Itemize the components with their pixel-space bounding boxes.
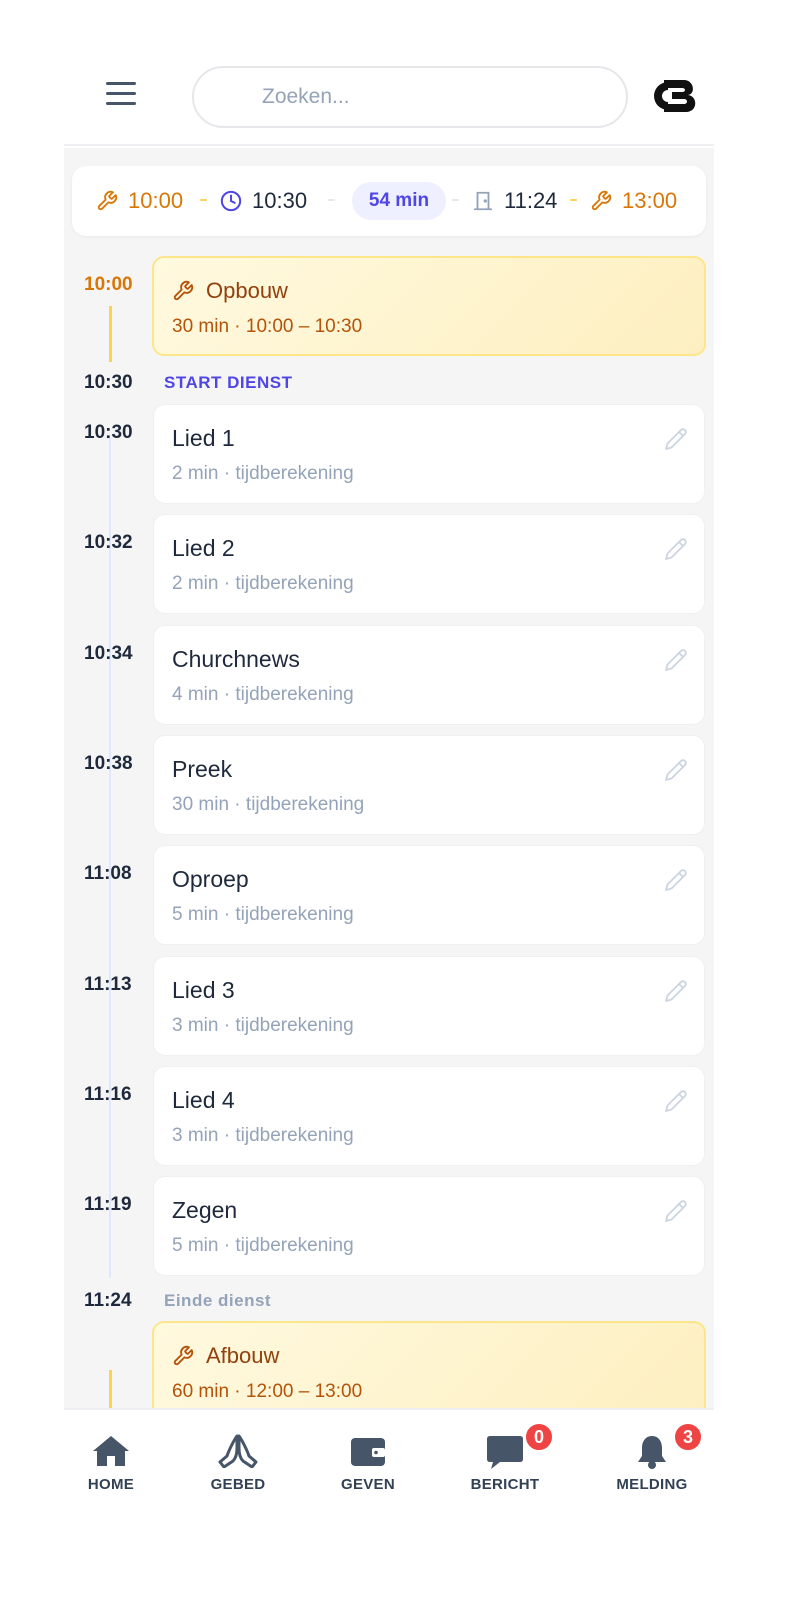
nav-gebed-label: GEBED	[210, 1476, 266, 1493]
item-subtitle: 2 min · tijdberekening	[172, 463, 354, 484]
wrench-icon	[173, 280, 194, 301]
bottom-navigation: HOME GEBED GEVEN BERICHT 0 MELDING 3	[64, 1408, 714, 1508]
item-title: Lied 2	[172, 535, 235, 562]
start-marker-time: 10:30	[84, 372, 133, 393]
item-subtitle: 3 min · tijdberekening	[172, 1124, 354, 1146]
service-item-card[interactable]: Churchnews 4 min · tijdberekening	[153, 624, 705, 725]
item-title: Oproep	[172, 866, 249, 893]
divider	[328, 199, 335, 201]
timeline-line	[109, 438, 111, 1278]
divider	[570, 199, 577, 201]
edit-icon[interactable]	[664, 1199, 688, 1223]
item-start-time: 11:13	[84, 973, 132, 995]
teardown-subtitle: 60 min · 12:00 – 13:00	[172, 1381, 363, 1402]
item-subtitle: 2 min · tijdberekening	[172, 573, 354, 595]
setup-title-row: Opbouw	[172, 278, 288, 304]
duration-badge: 54 min	[352, 182, 446, 220]
divider	[452, 199, 459, 201]
item-subtitle: 3 min · tijdberekening	[172, 1014, 354, 1036]
wrench-icon	[97, 190, 118, 211]
wallet-icon	[351, 1438, 385, 1466]
nav-melding-label: MELDING	[616, 1476, 688, 1493]
nav-home-label: HOME	[87, 1476, 135, 1493]
item-title: Preek	[172, 755, 233, 782]
item-start-time: 11:16	[84, 1083, 132, 1105]
edit-icon[interactable]	[664, 758, 688, 782]
edit-icon[interactable]	[664, 1089, 688, 1113]
service-item-card[interactable]: Lied 3 3 min · tijdberekening	[153, 955, 705, 1056]
setup-time: 10:00	[84, 274, 133, 295]
chat-icon	[487, 1436, 523, 1469]
edit-icon[interactable]	[664, 427, 688, 451]
teardown-card[interactable]: Afbouw 60 min · 12:00 – 13:00	[152, 1321, 706, 1421]
menu-icon[interactable]	[106, 82, 136, 106]
logo[interactable]	[644, 74, 700, 118]
nav-geven-label: GEVEN	[340, 1476, 395, 1493]
service-item-card[interactable]: Zegen 5 min · tijdberekening	[153, 1176, 705, 1277]
item-title: Churchnews	[172, 645, 300, 672]
item-start-time: 11:08	[84, 863, 132, 885]
item-subtitle: 5 min · tijdberekening	[172, 1235, 354, 1257]
time-summary-bar: 10:00 10:30 54 min 11:24 13:00	[72, 166, 706, 236]
service-item-card[interactable]: Preek 30 min · tijdberekening	[153, 734, 705, 835]
divider	[200, 199, 207, 201]
item-start-time: 10:34	[84, 642, 133, 664]
header	[64, 60, 714, 146]
item-start-time: 10:32	[84, 532, 133, 554]
door-icon	[473, 191, 493, 211]
item-title: Zegen	[172, 1197, 238, 1224]
search-input[interactable]	[194, 68, 626, 126]
melding-badge: 3	[673, 1422, 703, 1452]
setup-subtitle: 30 min · 10:00 – 10:30	[172, 316, 363, 337]
edit-icon[interactable]	[664, 868, 688, 892]
item-title: Lied 3	[172, 976, 235, 1003]
nav-gebed[interactable]: GEBED	[183, 1430, 293, 1502]
setup-start-summary: 10:00	[96, 166, 183, 236]
item-subtitle: 5 min · tijdberekening	[172, 904, 354, 926]
end-marker-time: 11:24	[84, 1290, 132, 1311]
teardown-end-summary: 13:00	[590, 166, 677, 236]
service-end-time: 11:24	[504, 188, 558, 213]
wrench-icon	[591, 190, 612, 211]
item-title: Lied 4	[172, 1086, 235, 1113]
praying-hands-icon	[218, 1434, 258, 1468]
item-title: Lied 1	[172, 425, 235, 451]
teardown-title-row: Afbouw	[172, 1343, 279, 1369]
start-marker-label: START DIENST	[164, 373, 293, 392]
nav-home[interactable]: HOME	[56, 1430, 166, 1502]
service-start-time: 10:30	[252, 188, 308, 213]
service-item-card[interactable]: Lied 4 3 min · tijdberekening	[153, 1065, 705, 1166]
item-start-time: 11:19	[84, 1194, 132, 1216]
schedule-area[interactable]: 10:00 10:30 54 min 11:24 13:00 10:00 Opb…	[64, 148, 714, 1468]
nav-geven[interactable]: GEVEN	[313, 1430, 423, 1502]
nav-bericht[interactable]: BERICHT 0	[450, 1422, 560, 1502]
nav-melding[interactable]: MELDING 3	[597, 1422, 707, 1502]
service-item-card[interactable]: Oproep 5 min · tijdberekening	[153, 845, 705, 946]
item-start-time: 10:38	[84, 752, 133, 774]
service-item-card[interactable]: Lied 2 2 min · tijdberekening	[153, 514, 705, 615]
edit-icon[interactable]	[664, 537, 688, 561]
bell-icon	[638, 1436, 666, 1469]
service-item-card[interactable]: Lied 1 2 min · tijdberekening	[153, 404, 705, 504]
teardown-title: Afbouw	[206, 1343, 280, 1368]
service-end-summary: 11:24	[472, 166, 557, 236]
bericht-badge: 0	[524, 1422, 554, 1452]
item-start-time: 10:30	[84, 422, 133, 443]
nav-bericht-label: BERICHT	[470, 1476, 540, 1493]
setup-title: Opbouw	[206, 278, 288, 303]
teardown-end-time: 13:00	[622, 188, 678, 213]
search-field[interactable]	[192, 66, 628, 128]
setup-card[interactable]: Opbouw 30 min · 10:00 – 10:30	[152, 256, 706, 356]
item-subtitle: 4 min · tijdberekening	[172, 683, 354, 705]
clock-icon	[220, 190, 242, 212]
timeline-line	[109, 306, 112, 362]
end-marker-label: Einde dienst	[164, 1291, 272, 1310]
setup-start-time: 10:00	[128, 188, 184, 213]
item-subtitle: 30 min · tijdberekening	[172, 793, 365, 815]
home-icon	[93, 1436, 129, 1466]
service-start-summary: 10:30	[220, 166, 307, 236]
wrench-icon	[173, 1345, 194, 1366]
edit-icon[interactable]	[664, 979, 688, 1003]
edit-icon[interactable]	[664, 648, 688, 672]
